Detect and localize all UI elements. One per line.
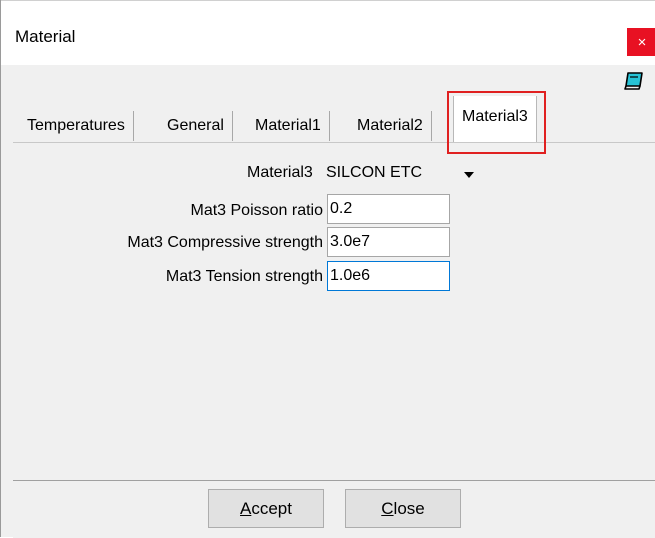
accept-label: ccept [251,498,292,518]
chevron-down-icon[interactable] [464,172,474,178]
close-button[interactable]: Close [345,489,461,528]
tab-label: General [167,117,224,134]
material-dropdown-value[interactable]: SILCON ETC [326,164,422,182]
compressive-strength-label: Mat3 Compressive strength [127,234,323,251]
tab-material2[interactable]: Material2 [349,111,432,141]
close-label: lose [393,498,425,518]
material-dialog: Material × Temperatures General Material… [0,0,655,538]
tab-general[interactable]: General [159,111,233,141]
tab-strip: Temperatures General Material1 Material2… [13,94,653,144]
close-mnemonic: C [381,498,394,518]
accept-mnemonic: A [240,498,252,518]
poisson-ratio-label: Mat3 Poisson ratio [190,202,323,219]
button-bar [13,480,655,538]
tab-material3[interactable]: Material3 [453,96,537,142]
close-icon[interactable]: × [627,28,655,56]
tension-strength-label: Mat3 Tension strength [165,268,323,285]
window-title: Material [15,27,76,46]
help-book-icon[interactable] [622,71,646,91]
tab-label: Material1 [255,117,321,134]
tab-material1[interactable]: Material1 [247,111,330,141]
compressive-strength-input[interactable] [327,227,450,257]
title-bar[interactable]: Material × [1,0,655,65]
poisson-ratio-input[interactable] [327,194,450,224]
tab-label: Material3 [462,108,528,125]
material-label: Material3 [247,164,313,181]
accept-button[interactable]: Accept [208,489,324,528]
close-glyph: × [637,33,647,51]
tension-strength-input[interactable] [327,261,450,291]
tab-label: Material2 [357,117,423,134]
tab-temperatures[interactable]: Temperatures [19,111,134,141]
tab-panel-material3 [13,142,655,481]
tab-label: Temperatures [27,117,125,134]
